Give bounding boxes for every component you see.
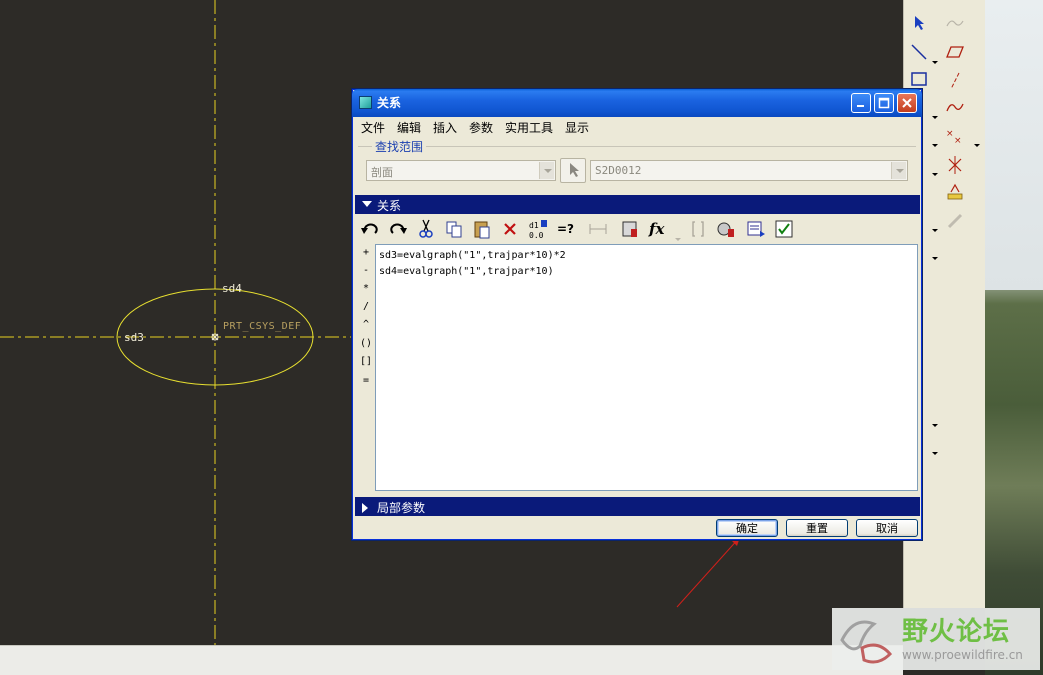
expand-triangle-icon (362, 503, 368, 513)
annotation-arrow (676, 536, 741, 608)
select-arrow-icon[interactable] (908, 12, 930, 34)
forum-watermark: 野火论坛 www.proewildfire.cn (832, 608, 1040, 670)
relations-toolbar: d1 0.0 =? fx (357, 218, 917, 242)
watermark-logo (840, 620, 893, 664)
local-params-section-header[interactable]: 局部参数 (355, 497, 920, 516)
menu-edit[interactable]: 编辑 (397, 119, 421, 136)
relations-section-label: 关系 (377, 199, 402, 213)
menu-parameters[interactable]: 参数 (469, 119, 493, 136)
circle-dropdown-icon[interactable] (932, 133, 938, 147)
cancel-button[interactable]: 取消 (856, 519, 918, 537)
dimension-sd3[interactable]: sd3 (124, 331, 144, 344)
app-icon (359, 96, 372, 109)
point-dropdown-icon[interactable] (974, 133, 980, 147)
point-icon[interactable]: × × (944, 125, 966, 147)
scope-type-value: 剖面 (371, 166, 393, 179)
evaluate-icon[interactable]: d1 0.0 (527, 218, 549, 240)
status-bar (0, 645, 903, 675)
operator-minus[interactable]: - (357, 265, 375, 281)
svg-text:=?: =? (557, 222, 574, 236)
operator-power[interactable]: ^ (357, 319, 375, 335)
minimize-button[interactable] (851, 93, 871, 113)
menu-file[interactable]: 文件 (361, 119, 385, 136)
cut-icon[interactable] (415, 218, 437, 240)
trim-icon[interactable] (944, 154, 966, 176)
operator-parentheses[interactable]: () (357, 338, 375, 354)
redo-icon[interactable] (387, 218, 409, 240)
svg-text:d1: d1 (529, 221, 539, 230)
spline-icon[interactable] (944, 96, 966, 118)
units-icon[interactable] (745, 218, 767, 240)
palette-dropdown-icon[interactable] (932, 246, 938, 260)
relations-dialog: 关系 文件 编辑 插入 参数 实用工具 显示 查找范围 剖面 S2D0012 关… (351, 88, 923, 541)
chain-faded-icon[interactable] (944, 210, 966, 232)
csys-label: PRT_CSYS_DEF (223, 321, 302, 332)
relation-line: sd4=evalgraph("1",trajpar*10) (379, 266, 554, 277)
dimension-tool-icon[interactable] (944, 181, 966, 203)
scope-type-select[interactable]: 剖面 (366, 160, 556, 181)
pick-entity-button[interactable] (560, 158, 586, 183)
watermark-name: 野火论坛 (902, 617, 1011, 647)
local-params-section-label: 局部参数 (377, 501, 426, 515)
dialog-titlebar[interactable]: 关系 (352, 89, 922, 117)
ok-button[interactable]: 确定 (716, 519, 778, 537)
modify-dropdown-icon[interactable] (932, 441, 938, 455)
menu-insert[interactable]: 插入 (433, 119, 457, 136)
relation-line: sd3=evalgraph("1",trajpar*10)*2 (379, 250, 566, 261)
text-dropdown-icon[interactable] (932, 218, 938, 232)
paste-icon[interactable] (471, 218, 493, 240)
copy-icon[interactable] (443, 218, 465, 240)
delete-icon[interactable] (499, 218, 521, 240)
dimension-sd4[interactable]: sd4 (222, 282, 242, 295)
parallelogram-icon[interactable] (944, 41, 966, 63)
operator-plus[interactable]: + (357, 247, 375, 263)
collapse-triangle-icon (362, 201, 372, 207)
parameter-icon[interactable] (619, 218, 641, 240)
operator-divide[interactable]: / (357, 301, 375, 317)
scope-entity-select[interactable]: S2D0012 (590, 160, 908, 181)
menu-display[interactable]: 显示 (565, 119, 589, 136)
svg-text:×: × (946, 129, 954, 139)
svg-text:0.0: 0.0 (529, 231, 544, 239)
verify-icon[interactable] (773, 218, 795, 240)
bracket-icon[interactable] (687, 218, 709, 240)
chevron-down-icon (539, 162, 554, 179)
mirror-dropdown-icon[interactable] (932, 413, 938, 427)
undo-icon[interactable] (359, 218, 381, 240)
function-dropdown-icon[interactable] (675, 227, 681, 241)
operator-equals[interactable]: = (357, 375, 375, 391)
svg-text:fx: fx (648, 220, 665, 238)
close-button[interactable] (897, 93, 917, 113)
relations-section-header[interactable]: 关系 (355, 195, 920, 214)
operator-brackets[interactable]: [] (357, 356, 375, 372)
function-icon[interactable]: fx (647, 218, 669, 240)
svg-text:×: × (954, 136, 962, 145)
watermark-url: www.proewildfire.cn (902, 648, 1023, 662)
operator-multiply[interactable]: * (357, 283, 375, 299)
scope-entity-value: S2D0012 (595, 164, 642, 177)
background-photo (985, 0, 1043, 675)
arc-dropdown-icon[interactable] (932, 105, 938, 119)
line-icon[interactable] (908, 41, 930, 63)
menu-bar: 文件 编辑 插入 参数 实用工具 显示 (353, 117, 921, 137)
rectangle-icon[interactable] (908, 68, 930, 90)
maximize-button[interactable] (874, 93, 894, 113)
line-dropdown-icon[interactable] (932, 50, 938, 64)
chevron-down-icon (891, 162, 906, 179)
sort-icon[interactable] (715, 218, 737, 240)
fillet-dropdown-icon[interactable] (932, 162, 938, 176)
dimension-icon[interactable] (587, 218, 609, 240)
centerline-icon[interactable] (944, 70, 966, 92)
relations-editor[interactable]: sd3=evalgraph("1",trajpar*10)*2 sd4=eval… (375, 244, 918, 491)
dialog-title: 关系 (377, 96, 402, 110)
menu-utilities[interactable]: 实用工具 (505, 119, 553, 136)
spline-faded-icon[interactable] (944, 12, 966, 34)
reset-button[interactable]: 重置 (786, 519, 848, 537)
scope-title: 查找范围 (372, 138, 427, 155)
equals-question-icon[interactable]: =? (555, 218, 577, 240)
